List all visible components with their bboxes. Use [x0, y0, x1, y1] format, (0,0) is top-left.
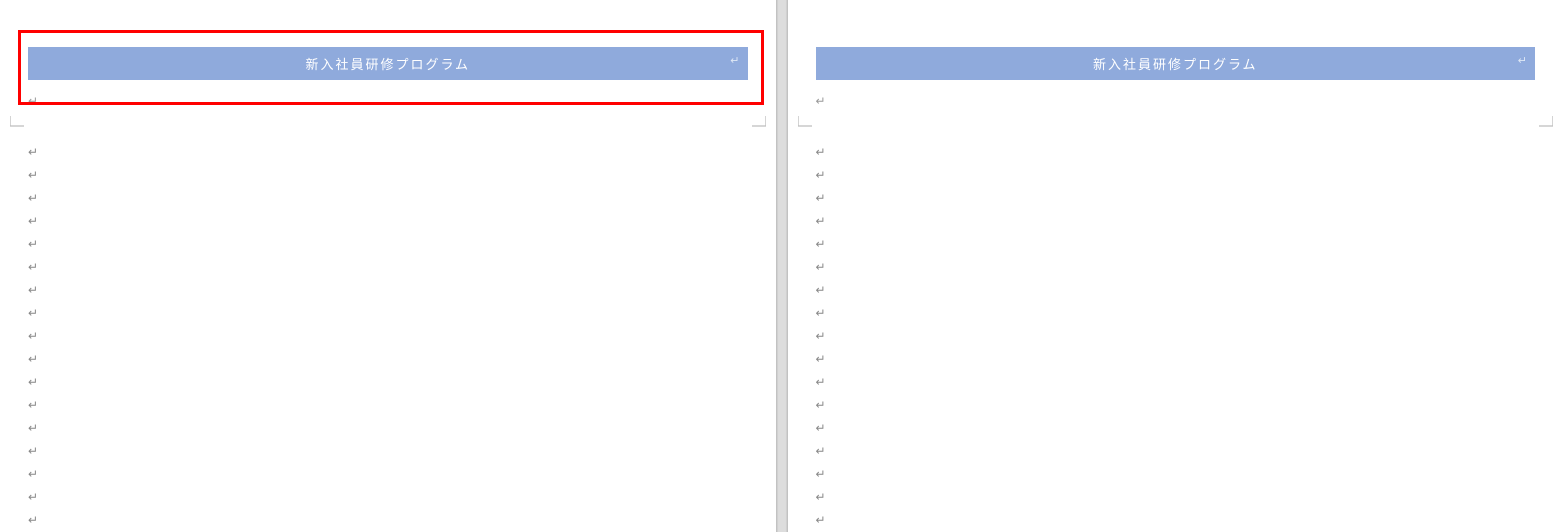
empty-paragraph-line[interactable]: ↵ [816, 255, 1563, 278]
paragraph-mark-icon: ↵ [28, 513, 38, 527]
empty-paragraph-line[interactable]: ↵ [28, 462, 776, 485]
empty-paragraph-line[interactable]: ↵ [816, 140, 1563, 163]
paragraph-mark-icon: ↵ [28, 191, 38, 205]
paragraph-mark-icon: ↵ [816, 191, 826, 205]
paragraph-mark-icon: ↵ [28, 352, 38, 366]
header-empty-line: ↵ [788, 92, 1563, 116]
body-area[interactable]: ↵ ↵ ↵ ↵ ↵ ↵ ↵ ↵ ↵ ↵ ↵ ↵ ↵ ↵ ↵ ↵ ↵ [788, 130, 1563, 531]
paragraph-mark-icon: ↵ [28, 306, 38, 320]
page-gap-divider [776, 0, 788, 532]
paragraph-mark-icon: ↵ [816, 283, 826, 297]
empty-paragraph-line[interactable]: ↵ [816, 232, 1563, 255]
empty-paragraph-line[interactable]: ↵ [816, 485, 1563, 508]
document-page-left[interactable]: 新入社員研修プログラム ↵ ↵ ↵ ↵ ↵ ↵ ↵ ↵ ↵ ↵ ↵ ↵ ↵ ↵ ↵ ↵ ↵ ↵ [0, 0, 776, 532]
paragraph-mark-icon: ↵ [28, 237, 38, 251]
paragraph-mark-icon: ↵ [816, 260, 826, 274]
empty-paragraph-line[interactable]: ↵ [816, 462, 1563, 485]
paragraph-mark-icon: ↵ [28, 398, 38, 412]
paragraph-mark-icon: ↵ [28, 145, 38, 159]
empty-paragraph-line[interactable]: ↵ [816, 324, 1563, 347]
empty-paragraph-line[interactable]: ↵ [28, 347, 776, 370]
body-area[interactable]: ↵ ↵ ↵ ↵ ↵ ↵ ↵ ↵ ↵ ↵ ↵ ↵ ↵ ↵ ↵ ↵ ↵ [0, 130, 776, 531]
paragraph-mark-icon: ↵ [816, 467, 826, 481]
empty-paragraph-line[interactable]: ↵ [28, 416, 776, 439]
empty-paragraph-line[interactable]: ↵ [28, 324, 776, 347]
margin-corner-left-icon [10, 116, 26, 128]
header-area[interactable]: 新入社員研修プログラム [0, 0, 776, 92]
paragraph-mark-icon: ↵ [816, 237, 826, 251]
empty-paragraph-line[interactable]: ↵ [816, 347, 1563, 370]
header-boundary-row [788, 116, 1563, 130]
empty-paragraph-line[interactable]: ↵ [28, 393, 776, 416]
paragraph-mark-icon: ↵ [28, 467, 38, 481]
empty-paragraph-line[interactable]: ↵ [28, 485, 776, 508]
paragraph-mark-icon: ↵ [816, 375, 826, 389]
empty-paragraph-line[interactable]: ↵ [28, 163, 776, 186]
paragraph-mark-icon: ↵ [816, 145, 826, 159]
paragraph-mark-icon: ↵ [816, 214, 826, 228]
paragraph-mark-icon: ↵ [28, 260, 38, 274]
paragraph-mark-icon: ↵ [28, 168, 38, 182]
document-page-right[interactable]: 新入社員研修プログラム ↵ ↵ ↵ ↵ ↵ ↵ ↵ ↵ ↵ ↵ ↵ ↵ ↵ ↵ ↵ ↵ ↵ ↵ [788, 0, 1563, 532]
header-title-banner[interactable]: 新入社員研修プログラム [816, 47, 1536, 80]
empty-paragraph-line[interactable]: ↵ [816, 186, 1563, 209]
paragraph-mark-icon: ↵ [28, 214, 38, 228]
paragraph-mark-icon: ↵ [816, 94, 826, 108]
header-boundary-row [0, 116, 776, 130]
empty-paragraph-line[interactable]: ↵ [28, 232, 776, 255]
empty-paragraph-line[interactable]: ↵ [28, 186, 776, 209]
header-title-text: 新入社員研修プログラム [305, 57, 470, 72]
paragraph-mark-icon: ↵ [816, 398, 826, 412]
empty-paragraph-line[interactable]: ↵ [816, 439, 1563, 462]
paragraph-mark-icon: ↵ [28, 444, 38, 458]
paragraph-mark-icon: ↵ [816, 352, 826, 366]
paragraph-mark-icon: ↵ [816, 306, 826, 320]
empty-paragraph-line[interactable]: ↵ [816, 209, 1563, 232]
paragraph-mark-icon: ↵ [28, 283, 38, 297]
empty-paragraph-line[interactable]: ↵ [28, 301, 776, 324]
header-title-banner[interactable]: 新入社員研修プログラム [28, 47, 748, 80]
paragraph-mark-icon: ↵ [816, 490, 826, 504]
margin-corner-left-icon [798, 116, 814, 128]
margin-corner-right-icon [1537, 116, 1553, 128]
empty-paragraph-line[interactable]: ↵ [28, 255, 776, 278]
empty-paragraph-line[interactable]: ↵ [28, 439, 776, 462]
paragraph-mark-icon: ↵ [28, 490, 38, 504]
paragraph-mark-icon: ↵ [816, 329, 826, 343]
paragraph-mark-icon: ↵ [28, 421, 38, 435]
paragraph-mark-icon: ↵ [816, 168, 826, 182]
empty-paragraph-line[interactable]: ↵ [816, 301, 1563, 324]
empty-paragraph-line[interactable]: ↵ [816, 416, 1563, 439]
empty-paragraph-line[interactable]: ↵ [28, 278, 776, 301]
empty-paragraph-line[interactable]: ↵ [816, 163, 1563, 186]
paragraph-mark-icon: ↵ [28, 94, 38, 108]
empty-paragraph-line[interactable]: ↵ [28, 209, 776, 232]
header-title-text: 新入社員研修プログラム [1093, 57, 1258, 72]
empty-paragraph-line[interactable]: ↵ [816, 370, 1563, 393]
paragraph-mark-icon: ↵ [816, 513, 826, 527]
empty-paragraph-line[interactable]: ↵ [816, 508, 1563, 531]
paragraph-mark-icon: ↵ [28, 329, 38, 343]
header-empty-line: ↵ [0, 92, 776, 116]
header-area[interactable]: 新入社員研修プログラム [788, 0, 1563, 92]
paragraph-mark-icon: ↵ [816, 444, 826, 458]
paragraph-mark-icon: ↵ [816, 421, 826, 435]
paragraph-mark-icon: ↵ [28, 375, 38, 389]
empty-paragraph-line[interactable]: ↵ [816, 393, 1563, 416]
empty-paragraph-line[interactable]: ↵ [816, 278, 1563, 301]
empty-paragraph-line[interactable]: ↵ [28, 140, 776, 163]
empty-paragraph-line[interactable]: ↵ [28, 508, 776, 531]
empty-paragraph-line[interactable]: ↵ [28, 370, 776, 393]
margin-corner-right-icon [750, 116, 766, 128]
